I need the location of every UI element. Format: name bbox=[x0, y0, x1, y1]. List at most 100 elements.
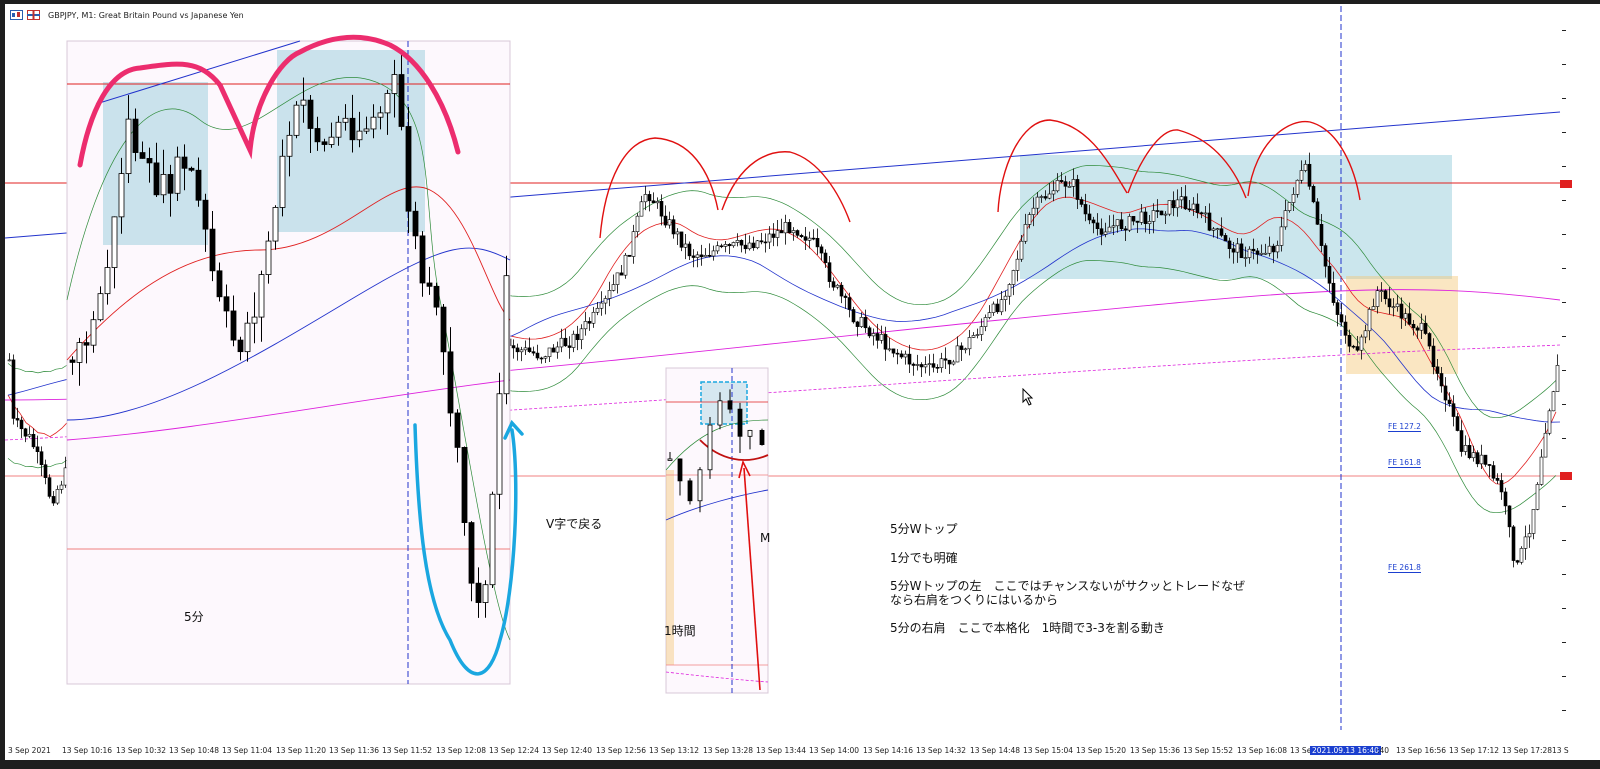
candle-body bbox=[743, 244, 748, 250]
candle-body bbox=[1195, 203, 1200, 213]
candle-body bbox=[715, 245, 720, 252]
chart-window-icon[interactable] bbox=[10, 10, 23, 20]
candle-body bbox=[1519, 548, 1524, 563]
candle-body bbox=[15, 418, 20, 421]
candle-body bbox=[763, 241, 768, 244]
fibo-label-261[interactable]: FE 261.8 bbox=[1388, 563, 1421, 573]
candle-body bbox=[1515, 560, 1520, 563]
candle-body bbox=[1343, 321, 1348, 336]
candle-body bbox=[1235, 243, 1240, 253]
candle-body bbox=[1071, 179, 1076, 187]
time-axis-label: 13 Sep 14:48 bbox=[970, 746, 1021, 755]
rectangle-zone-teal bbox=[1020, 155, 1452, 279]
candle-body bbox=[1247, 248, 1252, 258]
candle-body bbox=[1503, 491, 1508, 507]
fibo-label-161[interactable]: FE 161.8 bbox=[1388, 458, 1421, 468]
candle-body bbox=[843, 295, 848, 298]
inset-5min-candle-body bbox=[419, 235, 426, 284]
candle-body bbox=[951, 361, 956, 365]
candle-body bbox=[47, 477, 52, 497]
candle-body bbox=[1447, 399, 1452, 404]
inset-1hour-candle-body bbox=[717, 400, 723, 426]
candle-body bbox=[759, 240, 764, 243]
candle-body bbox=[1427, 333, 1432, 347]
inset-5min-candle-body bbox=[496, 393, 503, 495]
candle-body bbox=[1259, 252, 1264, 255]
candle-body bbox=[1555, 365, 1560, 392]
candle-body bbox=[795, 230, 800, 236]
candle-body bbox=[59, 484, 64, 490]
price-tick bbox=[1562, 200, 1566, 201]
inset-5min-candle-body bbox=[265, 240, 272, 276]
candle-body bbox=[631, 231, 636, 257]
inset-5min-candle-body bbox=[328, 136, 335, 145]
candle-body bbox=[1491, 465, 1496, 479]
candle-body bbox=[1411, 323, 1416, 329]
inset-5min-candle-body bbox=[363, 128, 370, 132]
candle-body bbox=[1031, 207, 1036, 215]
inset-5min-candle-body bbox=[412, 210, 419, 237]
candle-body bbox=[1279, 226, 1284, 246]
candle-body bbox=[1495, 477, 1500, 481]
candle-body bbox=[739, 240, 744, 246]
candle-body bbox=[703, 254, 708, 258]
candle-body bbox=[1083, 204, 1088, 215]
candle-body bbox=[995, 303, 1000, 313]
candle-body bbox=[1007, 284, 1012, 297]
fibo-label-127[interactable]: FE 127.2 bbox=[1388, 422, 1421, 432]
symbol-flag-icon bbox=[27, 10, 40, 20]
candle-body bbox=[7, 359, 12, 362]
time-axis-label: 13 Sep 12:40 bbox=[542, 746, 593, 755]
candle-body bbox=[731, 242, 736, 247]
price-tick bbox=[1562, 132, 1566, 133]
candle-body bbox=[1255, 250, 1260, 255]
candle-body bbox=[515, 347, 520, 353]
annotation-note-1: 5分Wトップ bbox=[890, 522, 958, 536]
inset-5min-chart bbox=[66, 34, 524, 685]
time-axis-label: 13 Sep 14:32 bbox=[916, 746, 967, 755]
candle-body bbox=[27, 433, 32, 437]
candle-body bbox=[1367, 309, 1372, 332]
inset-5min-candle-body bbox=[426, 282, 433, 287]
price-plot[interactable] bbox=[0, 0, 1600, 769]
candle-body bbox=[1439, 373, 1444, 387]
time-axis-label: 13 Sep 11:36 bbox=[329, 746, 380, 755]
candle-body bbox=[1011, 270, 1016, 285]
time-axis-label: 13 Sep 17:12 bbox=[1449, 746, 1500, 755]
inset-5min-candle-body bbox=[349, 117, 356, 141]
candle-body bbox=[867, 327, 872, 337]
inset-5min-candle-body bbox=[482, 584, 489, 603]
time-axis-label: 13 Sep 16:08 bbox=[1237, 746, 1288, 755]
candle-body bbox=[719, 245, 724, 248]
inset-5min-candle-body bbox=[272, 207, 279, 242]
candle-body bbox=[1299, 170, 1304, 181]
candle-body bbox=[1015, 258, 1020, 271]
candle-body bbox=[523, 347, 528, 351]
candle-body bbox=[787, 222, 792, 234]
time-axis-label: 13 Sep 12:56 bbox=[596, 746, 647, 755]
time-axis-crosshair-label: 2021.09.13 16:40 bbox=[1310, 746, 1381, 755]
candle-body bbox=[839, 284, 844, 297]
candle-body bbox=[1035, 196, 1040, 209]
inset-5min-candle-body bbox=[370, 116, 377, 130]
inset-5min-candle-body bbox=[461, 447, 468, 523]
inset-5min-candle-body bbox=[440, 306, 447, 353]
inset-5min-candle-body bbox=[216, 270, 223, 298]
candle-body bbox=[751, 242, 756, 249]
candle-body bbox=[655, 201, 660, 204]
price-tick bbox=[1562, 370, 1566, 371]
candle-body bbox=[1167, 200, 1172, 215]
time-axis-label: 13 Sep 13:44 bbox=[756, 746, 807, 755]
candle-body bbox=[947, 359, 952, 365]
candle-body bbox=[711, 250, 716, 257]
time-axis-label: 13 Sep 11:20 bbox=[276, 746, 327, 755]
candle-body bbox=[23, 428, 28, 437]
annotation-note-2: 1分でも明確 bbox=[890, 551, 958, 565]
price-axis[interactable] bbox=[1560, 20, 1600, 740]
candle-body bbox=[1351, 345, 1356, 348]
time-axis-label: 13 Sep 12:08 bbox=[436, 746, 487, 755]
candle-body bbox=[1099, 228, 1104, 235]
candle-body bbox=[1051, 190, 1056, 195]
candle-body bbox=[527, 347, 532, 352]
chart-window[interactable]: GBPJPY, M1: Great Britain Pound vs Japan… bbox=[0, 0, 1600, 769]
